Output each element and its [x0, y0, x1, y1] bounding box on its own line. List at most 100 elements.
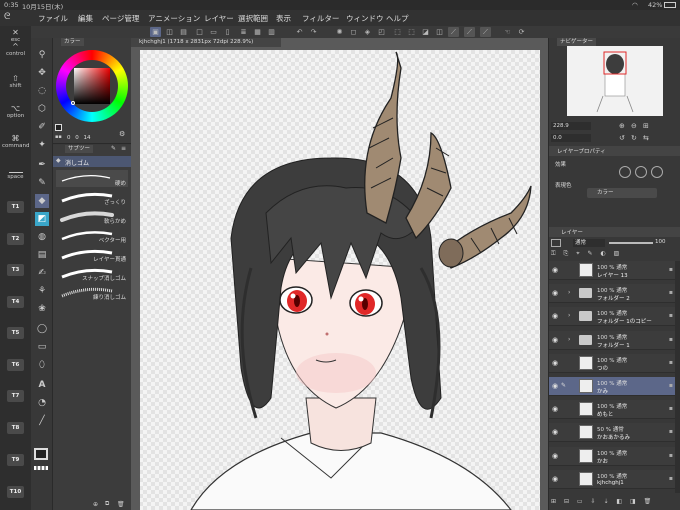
rotate-icon[interactable]: ⟳: [516, 27, 527, 37]
frame-icon[interactable]: ▭: [35, 340, 49, 354]
eyedropper-icon[interactable]: ✐: [35, 120, 49, 134]
new-icon[interactable]: □: [194, 27, 205, 37]
color-picker-cursor[interactable]: [71, 101, 75, 105]
fit-icon[interactable]: ⊞: [643, 122, 649, 130]
magic-wand-icon[interactable]: ✦: [35, 138, 49, 152]
control-button[interactable]: ^ control: [2, 42, 29, 57]
add-subtool-icon[interactable]: ⊕: [93, 501, 98, 508]
brush-item-rough[interactable]: ざっくり: [56, 189, 128, 206]
save-icon[interactable]: ▯: [222, 27, 233, 37]
show-selection-icon[interactable]: ◫: [434, 27, 445, 37]
brush-icon[interactable]: ✍: [35, 266, 49, 280]
layer-row[interactable]: ◉ 100 % 通常 レイヤー 13 ▪: [549, 261, 680, 280]
layer-mask-icon[interactable]: ◧: [616, 498, 622, 505]
ruler-show-icon[interactable]: ▨: [614, 250, 620, 257]
subtool-panel-tab[interactable]: サブツー: [65, 145, 94, 153]
tkey-9[interactable]: T9: [7, 454, 24, 466]
eye-icon[interactable]: ◉: [552, 475, 560, 483]
layer-color-icon[interactable]: [551, 239, 561, 247]
lasso-icon[interactable]: ◌: [35, 84, 49, 98]
airbrush-icon[interactable]: ⚘: [35, 284, 49, 298]
effect-color-icon[interactable]: [651, 166, 663, 178]
opacity-value[interactable]: 100: [655, 239, 666, 245]
menu-file[interactable]: ファイル: [38, 13, 68, 24]
figure-icon[interactable]: ◯: [35, 322, 49, 336]
delete-layer-icon[interactable]: 🗑: [644, 498, 652, 505]
zoom-icon[interactable]: ⚲: [35, 48, 49, 62]
lock-icon[interactable]: ⚿: [551, 250, 556, 257]
opacity-slider[interactable]: [609, 242, 653, 244]
eye-icon[interactable]: ◉: [552, 452, 560, 460]
snap-special-icon[interactable]: ⟋: [480, 27, 491, 37]
eye-icon[interactable]: ◉: [552, 359, 560, 367]
loading-icon[interactable]: ✺: [334, 27, 345, 37]
combine-icon[interactable]: ⇣: [603, 498, 608, 505]
blend-mode-select[interactable]: 通常: [573, 239, 605, 247]
clear-icon[interactable]: ◻: [348, 27, 359, 37]
eye-icon[interactable]: ◉: [552, 266, 560, 274]
shift-button[interactable]: ⇧ shift: [2, 74, 29, 89]
brush-item-vector[interactable]: ベクター用: [56, 227, 128, 244]
transform-icon[interactable]: ◰: [376, 27, 387, 37]
decoration-icon[interactable]: ❀: [35, 302, 49, 316]
eraser-icon[interactable]: ◆: [35, 194, 49, 208]
layer-row[interactable]: ◉ › 100 % 通常 フォルダー 2 ▪: [549, 284, 680, 304]
folder-expand-icon[interactable]: ›: [568, 336, 570, 343]
snap-line-icon[interactable]: ⟋: [464, 27, 475, 37]
layer-property-tab[interactable]: レイヤープロパティ: [557, 147, 606, 155]
menu-help[interactable]: ヘルプ: [386, 13, 409, 24]
text-icon[interactable]: A: [35, 378, 49, 392]
clip-icon[interactable]: ⎘: [564, 250, 569, 257]
layer-row[interactable]: ◉ › 100 % 通常 フォルダー 1 ▪: [549, 330, 680, 350]
esc-button[interactable]: ✕ esc: [2, 28, 29, 43]
mask-icon[interactable]: ◐: [601, 250, 606, 257]
tkey-4[interactable]: T4: [7, 296, 24, 308]
menu-page[interactable]: ページ管理: [102, 13, 139, 24]
fill-icon[interactable]: ◈: [362, 27, 373, 37]
eye-icon[interactable]: ◉: [552, 336, 560, 344]
select-all-icon[interactable]: ⬚: [392, 27, 403, 37]
effect-border-icon[interactable]: [619, 166, 631, 178]
brush-item-kneaded[interactable]: 練り消しゴム: [56, 284, 128, 301]
zoom-out-icon[interactable]: ⊖: [631, 122, 637, 130]
rotate-left-icon[interactable]: ↺: [619, 134, 625, 142]
transparent-color-swatch[interactable]: [34, 466, 48, 470]
zoom-field[interactable]: 228.9: [551, 122, 591, 130]
transfer-icon[interactable]: ⇩: [591, 498, 596, 505]
angle-field[interactable]: 0.0: [551, 134, 591, 142]
layer-row[interactable]: ◉ 100 % 通常 つの ▪: [549, 353, 680, 373]
pen-icon[interactable]: ✒: [35, 158, 49, 172]
deselect-icon[interactable]: ⬚: [406, 27, 417, 37]
correction-icon[interactable]: ╱: [35, 414, 49, 428]
brush-item-snap[interactable]: スナップ消しゴム: [56, 265, 128, 282]
canvas-area[interactable]: [131, 38, 548, 510]
tkey-2[interactable]: T2: [7, 233, 24, 245]
tkey-1[interactable]: T1: [7, 201, 24, 213]
delete-subtool-icon[interactable]: 🗑: [117, 501, 125, 508]
grid-icon[interactable]: ▦: [252, 27, 263, 37]
expression-select[interactable]: カラー: [587, 188, 657, 198]
layer-row[interactable]: ◉ ✎ 100 % 通常 かみ ▪: [549, 377, 680, 396]
tkey-8[interactable]: T8: [7, 422, 24, 434]
fill-bucket-icon[interactable]: ◍: [35, 230, 49, 244]
eye-icon[interactable]: ◉: [552, 382, 560, 390]
tkey-6[interactable]: T6: [7, 359, 24, 371]
select-layer-icon[interactable]: ⬡: [35, 102, 49, 116]
color-panel-tab[interactable]: カラー: [61, 38, 84, 46]
pen-edit-icon[interactable]: ✎: [111, 145, 116, 152]
menu-selection[interactable]: 選択範囲: [238, 13, 268, 24]
menu-edit[interactable]: 編集: [78, 13, 93, 24]
document-tab[interactable]: kjhchghj1 (1718 x 2831px 72dpi 228.9%): [131, 38, 281, 47]
layer-scrollbar[interactable]: [675, 261, 680, 493]
apply-mask-icon[interactable]: ◨: [630, 498, 636, 505]
book-icon[interactable]: ▥: [266, 27, 277, 37]
invert-selection-icon[interactable]: ◪: [420, 27, 431, 37]
command-button[interactable]: ⌘ command: [2, 134, 29, 149]
settings-icon[interactable]: ⚙: [119, 130, 125, 138]
ruler-icon[interactable]: ⬯: [35, 358, 49, 372]
stack-icon[interactable]: ≣: [238, 27, 249, 37]
current-color-chip[interactable]: [55, 124, 62, 131]
folder-expand-icon[interactable]: ›: [568, 312, 570, 319]
tkey-3[interactable]: T3: [7, 264, 24, 276]
draft-icon[interactable]: ✎: [588, 250, 593, 257]
